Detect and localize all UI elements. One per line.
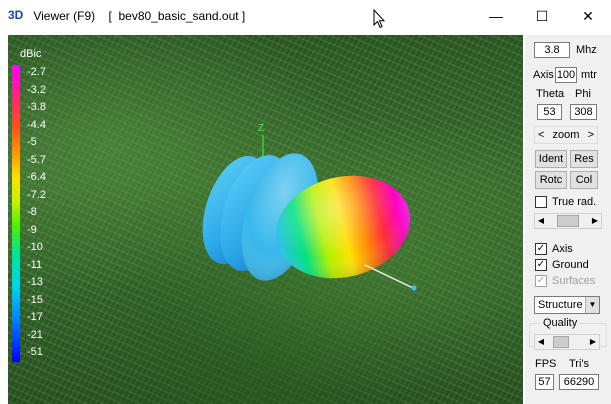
- zoom-label: zoom: [552, 129, 580, 141]
- slider-right-arrow-icon[interactable]: ▶: [589, 214, 601, 228]
- app-3d-icon: 3D: [8, 8, 24, 22]
- zoom-out-button[interactable]: <: [538, 127, 544, 143]
- antenna-feed-point: [411, 285, 417, 291]
- tris-value: 66290: [559, 374, 599, 390]
- legend-label: -51: [27, 346, 43, 358]
- view-mode-value: Structure: [538, 299, 583, 311]
- legend-label: -5: [27, 136, 37, 148]
- legend-label: -5.7: [27, 153, 46, 166]
- color-scale-bar: [12, 65, 20, 362]
- surfaces-checkbox-label: Surfaces: [552, 275, 596, 287]
- legend-label: -7.2: [27, 188, 46, 201]
- 3d-viewport[interactable]: Z dBic -2.7 -3.2 -3.8 -4.4 -5 -5.7 -6.4 -7.2 -8 -…: [8, 35, 523, 404]
- minimize-icon: —: [489, 8, 503, 24]
- fps-value: 57: [535, 374, 554, 390]
- true-rad-checkbox[interactable]: [535, 196, 547, 208]
- legend-label: -10: [27, 241, 43, 253]
- axis-checkbox[interactable]: ✓: [535, 243, 547, 255]
- true-rad-label: True rad.: [552, 196, 597, 208]
- tris-label: Tri's: [569, 358, 590, 370]
- quality-right-arrow-icon[interactable]: ▶: [587, 335, 599, 349]
- axis-length-unit: mtr: [581, 69, 597, 81]
- quality-label: Quality: [541, 317, 580, 329]
- legend-unit: dBic: [20, 48, 42, 60]
- zoom-in-button[interactable]: >: [588, 127, 594, 143]
- close-button[interactable]: ✕: [565, 0, 611, 32]
- frequency-input[interactable]: 3.8: [534, 42, 570, 58]
- radiation-pattern-render: Z: [202, 123, 417, 291]
- legend-label: -13: [27, 276, 43, 288]
- slider-left-arrow-icon[interactable]: ◀: [535, 214, 547, 228]
- z-axis-label: Z: [258, 123, 264, 134]
- ground-checkbox-label: Ground: [552, 259, 589, 271]
- quality-slider[interactable]: ◀ ▶: [534, 334, 600, 350]
- legend-label: -2.7: [27, 66, 46, 78]
- fps-label: FPS: [535, 358, 557, 370]
- legend-label: -8: [27, 206, 37, 218]
- legend-label: -4.4: [27, 118, 46, 131]
- quality-slider-thumb[interactable]: [553, 336, 569, 348]
- quality-left-arrow-icon[interactable]: ◀: [535, 335, 547, 349]
- view-mode-select[interactable]: Structure ▼: [534, 296, 600, 314]
- legend-label: -9: [27, 223, 37, 236]
- window-title: Viewer (F9) [ bev80_basic_sand.out ]: [30, 9, 245, 23]
- maximize-icon: ☐: [535, 7, 549, 24]
- slider-thumb[interactable]: [557, 215, 579, 227]
- theta-input[interactable]: 53: [537, 104, 562, 120]
- legend-label: -21: [27, 328, 43, 341]
- chevron-down-icon[interactable]: ▼: [585, 297, 599, 313]
- legend-label: -11: [27, 258, 43, 271]
- zoom-control: < zoom >: [534, 126, 598, 144]
- axis-length-input[interactable]: 100: [555, 67, 577, 83]
- legend-label: -3.8: [27, 101, 46, 113]
- legend-label: -17: [27, 311, 43, 323]
- rotc-button[interactable]: Rotc: [535, 171, 567, 189]
- legend-label: -15: [27, 293, 43, 306]
- col-button[interactable]: Col: [570, 171, 598, 189]
- true-rad-slider[interactable]: ◀ ▶: [534, 213, 602, 229]
- legend-label: -6.4: [27, 171, 46, 183]
- frequency-unit: Mhz: [576, 44, 597, 56]
- antenna-wire: [364, 264, 414, 289]
- surfaces-checkbox[interactable]: ✓: [535, 275, 547, 287]
- axis-checkbox-label: Axis: [552, 243, 573, 255]
- ground-checkbox[interactable]: ✓: [535, 259, 547, 271]
- minimize-button[interactable]: —: [473, 0, 519, 32]
- window-title-file: [ bev80_basic_sand.out ]: [108, 9, 246, 23]
- mouse-cursor-icon: [373, 9, 385, 29]
- theta-label: Theta: [536, 88, 565, 100]
- res-button[interactable]: Res: [570, 150, 598, 168]
- close-icon: ✕: [582, 7, 594, 24]
- maximize-button[interactable]: ☐: [519, 0, 565, 32]
- axis-length-label: Axis: [533, 69, 554, 81]
- ident-button[interactable]: Ident: [535, 150, 567, 168]
- control-panel: 3.8 Mhz Axis 100 mtr Theta Phi 53 308 < …: [525, 35, 611, 404]
- window-title-name: Viewer (F9): [30, 9, 96, 23]
- phi-label: Phi: [575, 88, 591, 100]
- legend-label: -3.2: [27, 83, 46, 96]
- title-bar: 3D Viewer (F9) [ bev80_basic_sand.out ] …: [0, 0, 611, 32]
- phi-input[interactable]: 308: [570, 104, 597, 120]
